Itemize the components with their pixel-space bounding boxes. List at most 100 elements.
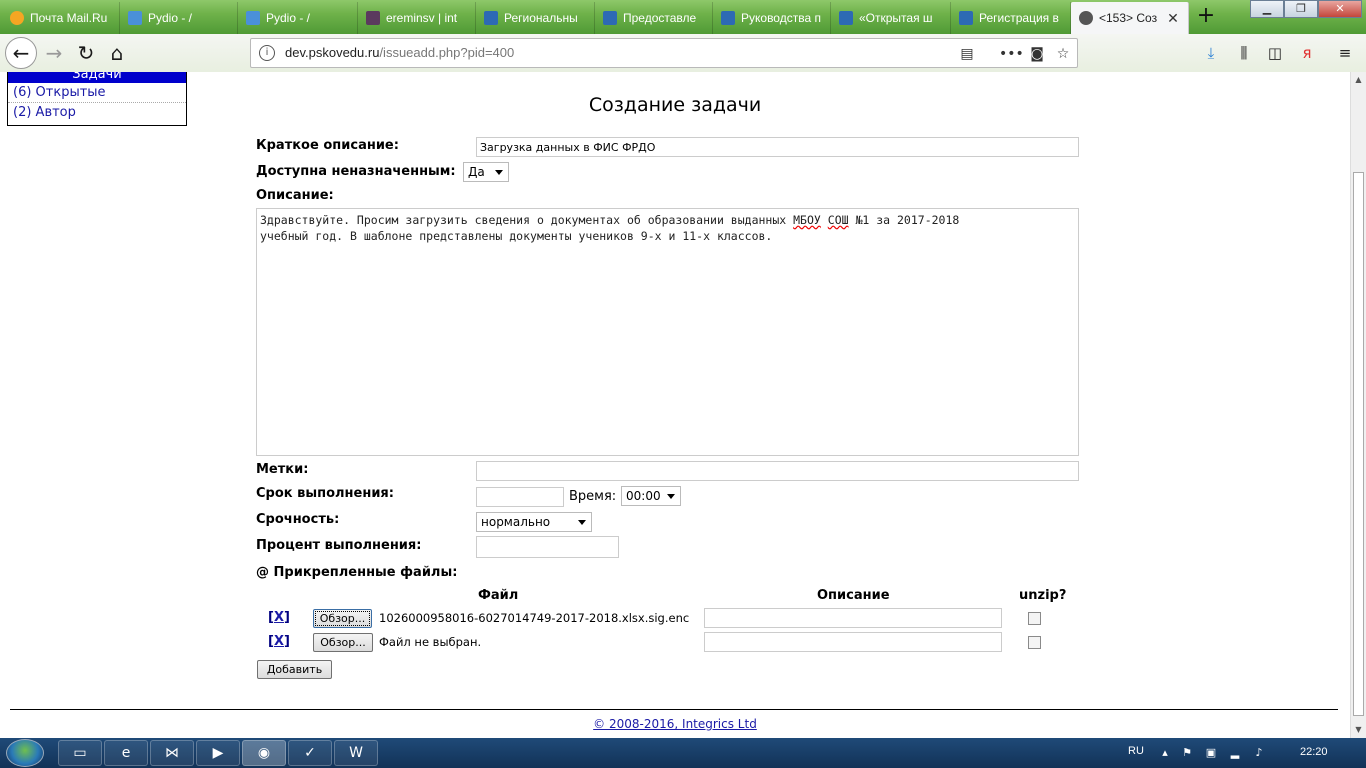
explorer-icon[interactable]: ▭ [58, 740, 102, 766]
visual-studio-icon[interactable]: ⋈ [150, 740, 194, 766]
media-player-icon[interactable]: ▶ [196, 740, 240, 766]
tab-title: ereminsv | int [386, 11, 458, 25]
yandex-icon[interactable]: я [1296, 42, 1318, 64]
attachments-label: @ Прикрепленные файлы: [256, 565, 458, 580]
tab-pydio-1[interactable]: Pydio - / [120, 2, 238, 34]
vertical-scrollbar[interactable]: ▲ ▼ [1350, 72, 1366, 738]
summary-label: Краткое описание: [256, 138, 399, 153]
unassigned-select[interactable]: Да [463, 162, 509, 182]
scroll-up-icon[interactable]: ▲ [1351, 72, 1366, 88]
scroll-thumb[interactable] [1353, 172, 1364, 716]
windows-start-icon[interactable] [6, 739, 44, 767]
internet-explorer-icon[interactable]: e [104, 740, 148, 766]
url-text[interactable]: dev.pskovedu.ru/issueadd.php?pid=400 [285, 45, 514, 60]
urgency-value: нормально [481, 515, 551, 529]
scroll-down-icon[interactable]: ▼ [1351, 722, 1366, 738]
browser-tab-bar: Почта Mail.Ru Pydio - / Pydio - / eremin… [0, 0, 1366, 34]
description-text: МБОУ [793, 213, 821, 227]
home-icon[interactable]: ⌂ [103, 39, 131, 67]
percent-input[interactable] [476, 536, 619, 558]
tab-title: Pydio - / [266, 11, 311, 25]
device-icon[interactable]: ▣ [1204, 746, 1218, 760]
tab-registration[interactable]: Регистрация в [951, 2, 1071, 34]
mortarboard-icon [721, 11, 735, 25]
percent-label: Процент выполнения: [256, 538, 422, 553]
copyright-link[interactable]: © 2008-2016, Integrics Ltd [0, 717, 1350, 731]
tab-active-issue[interactable]: <153> Соз ✕ [1071, 2, 1189, 34]
more-actions-icon[interactable]: ••• [999, 44, 1024, 64]
attachment-description-input[interactable] [704, 608, 1002, 628]
tab-guides[interactable]: Руководства п [713, 2, 831, 34]
info-icon[interactable]: i [259, 45, 275, 61]
forward-arrow-icon[interactable]: → [40, 39, 68, 67]
window-controls: ▁ ❐ ✕ [1250, 0, 1362, 18]
menu-icon[interactable]: ≡ [1334, 42, 1356, 64]
word-icon[interactable]: W [334, 740, 378, 766]
tab-title: Pydio - / [148, 11, 193, 25]
back-arrow-icon[interactable]: ← [5, 37, 37, 69]
tags-input[interactable] [476, 461, 1079, 481]
tab-title: <153> Соз [1099, 11, 1158, 25]
col-file-header: Файл [478, 588, 519, 603]
urgency-label: Срочность: [256, 512, 340, 527]
pydio-icon [128, 11, 142, 25]
tray-expand-icon[interactable]: ▴ [1158, 746, 1172, 760]
spellcheck-icon[interactable]: ✓ [288, 740, 332, 766]
attachment-description-input[interactable] [704, 632, 1002, 652]
pydio-icon [246, 11, 260, 25]
remove-attachment-link[interactable]: [X] [268, 634, 290, 649]
clock[interactable]: 22:20 [1300, 746, 1328, 758]
new-tab-button[interactable]: + [1192, 4, 1220, 30]
description-textarea[interactable]: Здравствуйте. Просим загрузить сведения … [256, 208, 1079, 456]
file-name: 1026000958016-6027014749-2017-2018.xlsx.… [379, 611, 690, 625]
description-text: Здравствуйте. Просим загрузить сведения … [260, 213, 794, 227]
flag-icon[interactable]: ⚑ [1180, 746, 1194, 760]
volume-icon[interactable]: ♪ [1252, 746, 1266, 760]
time-value: 00:00 [626, 489, 661, 503]
gear-icon [1079, 11, 1093, 25]
language-indicator[interactable]: RU [1128, 745, 1144, 757]
network-icon[interactable]: ▂ [1228, 746, 1242, 760]
browse-button[interactable]: Обзор... [313, 633, 373, 652]
library-icon[interactable]: ⫼ [1233, 42, 1255, 64]
due-date-input[interactable] [476, 487, 564, 507]
reload-icon[interactable]: ↻ [72, 39, 100, 67]
reader-view-icon[interactable]: ▤ [957, 44, 977, 64]
chevron-down-icon [578, 520, 586, 525]
mortarboard-icon [603, 11, 617, 25]
maximize-icon[interactable]: ❐ [1284, 0, 1318, 18]
summary-input[interactable] [476, 137, 1079, 157]
tab-open-school[interactable]: «Открытая ш [831, 2, 951, 34]
urgency-select[interactable]: нормально [476, 512, 592, 532]
col-description-header: Описание [817, 588, 890, 603]
download-icon[interactable]: ⤓ [1200, 42, 1222, 64]
pocket-icon[interactable]: ◙ [1027, 44, 1047, 64]
tab-regional[interactable]: Региональны [476, 2, 595, 34]
tab-title: «Открытая ш [859, 11, 933, 25]
tab-pydio-2[interactable]: Pydio - / [238, 2, 358, 34]
tab-ereminsv[interactable]: ereminsv | int [358, 2, 476, 34]
firefox-icon[interactable]: ◉ [242, 740, 286, 766]
close-window-icon[interactable]: ✕ [1318, 0, 1362, 18]
tab-provision[interactable]: Предоставле [595, 2, 713, 34]
time-select[interactable]: 00:00 [621, 486, 681, 506]
url-bar[interactable]: i dev.pskovedu.ru/issueadd.php?pid=400 ▤… [250, 38, 1078, 68]
minimize-icon[interactable]: ▁ [1250, 0, 1284, 18]
remove-x: X [273, 610, 284, 625]
tab-mail[interactable]: Почта Mail.Ru [2, 2, 120, 34]
unzip-checkbox[interactable] [1028, 636, 1041, 649]
browser-nav-bar: ← → ↻ ⌂ i dev.pskovedu.ru/issueadd.php?p… [0, 34, 1366, 72]
footer-divider [10, 709, 1338, 710]
add-attachment-button[interactable]: Добавить [257, 660, 332, 679]
mail-icon [10, 11, 24, 25]
windows-taskbar: ▭ e ⋈ ▶ ◉ ✓ W RU ▴ ⚑ ▣ ▂ ♪ 22:20 [0, 738, 1366, 768]
close-tab-icon[interactable]: ✕ [1167, 10, 1179, 27]
tab-title: Почта Mail.Ru [30, 11, 108, 25]
url-domain: dev.pskovedu.ru [285, 45, 380, 60]
page-title: Создание задачи [588, 94, 762, 116]
bookmark-star-icon[interactable]: ☆ [1053, 44, 1073, 64]
unzip-checkbox[interactable] [1028, 612, 1041, 625]
sidebar-toggle-icon[interactable]: ◫ [1264, 42, 1286, 64]
remove-attachment-link[interactable]: [X] [268, 610, 290, 625]
browse-button[interactable]: Обзор... [313, 609, 372, 628]
